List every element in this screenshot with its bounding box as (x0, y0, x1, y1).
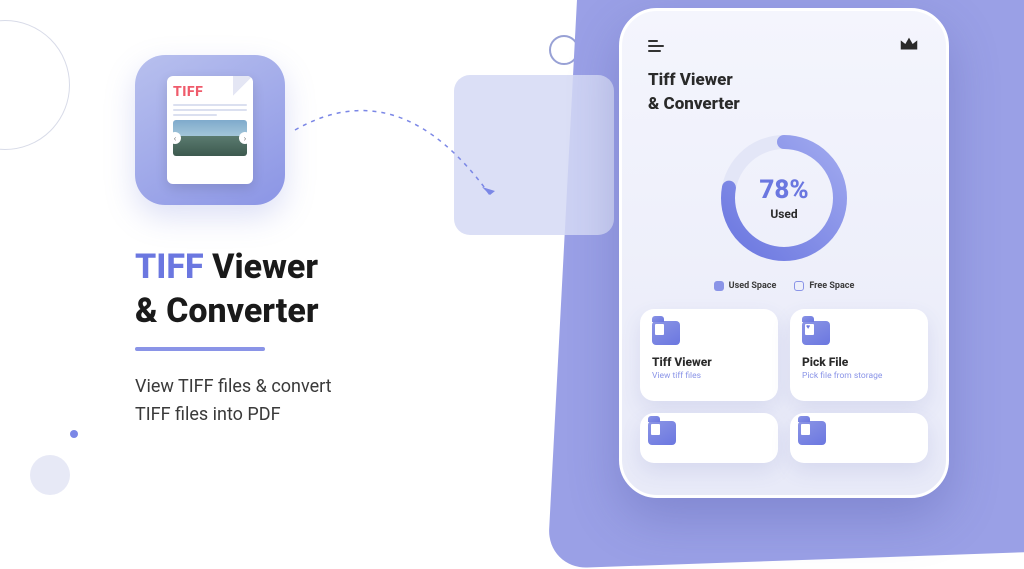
connector-arrow-icon (290, 95, 570, 215)
hero-subtitle: View TIFF files & convert TIFF files int… (135, 373, 332, 429)
legend-used: Used Space (714, 281, 777, 291)
gauge-label: Used (770, 207, 797, 221)
file-type-label: TIFF (173, 84, 247, 100)
phone-header (622, 33, 946, 59)
gauge-legend: Used Space Free Space (622, 281, 946, 291)
headline-rest1: Viewer (204, 247, 318, 287)
headline-underline (135, 347, 265, 351)
tiff-file-icon: TIFF ‹ › (167, 76, 253, 184)
storage-gauge: 78% Used (622, 131, 946, 265)
legend-free-label: Free Space (809, 281, 854, 291)
crown-icon[interactable] (898, 33, 920, 59)
gauge-percent: 78% (759, 175, 808, 205)
card-title: Tiff Viewer (652, 355, 766, 369)
folder-heart-icon (802, 321, 830, 345)
app-title-line2: & Converter (648, 94, 740, 114)
card-stub[interactable] (790, 413, 928, 463)
card-stub[interactable] (640, 413, 778, 463)
folder-icon (798, 421, 826, 445)
folder-doc-icon (652, 321, 680, 345)
action-cards: Tiff Viewer View tiff files Pick File Pi… (622, 291, 946, 463)
subtitle-line1: View TIFF files & convert (135, 376, 332, 397)
app-title-line1: Tiff Viewer (648, 70, 733, 90)
file-lines-icon (173, 104, 247, 116)
menu-icon[interactable] (648, 40, 666, 52)
file-thumbnail-icon: ‹ › (173, 120, 247, 156)
app-icon: TIFF ‹ › (135, 55, 285, 205)
headline-accent: TIFF (135, 247, 204, 287)
card-subtitle: Pick file from storage (802, 371, 916, 381)
phone-mockup: Tiff Viewer & Converter 78% Used Used Sp… (619, 8, 949, 498)
deco-circle-filled (30, 455, 70, 495)
subtitle-line2: TIFF files into PDF (135, 404, 281, 425)
phone-app-title: Tiff Viewer & Converter (622, 59, 946, 117)
deco-circle-outline (0, 20, 70, 150)
card-title: Pick File (802, 355, 916, 369)
hero-section: TIFF ‹ › TIFF Viewer & Converter View TI… (135, 55, 332, 429)
legend-free: Free Space (794, 281, 854, 291)
deco-dot (70, 430, 78, 438)
legend-used-label: Used Space (729, 281, 777, 291)
card-tiff-viewer[interactable]: Tiff Viewer View tiff files (640, 309, 778, 401)
legend-free-swatch-icon (794, 281, 804, 291)
next-arrow-icon: › (239, 132, 251, 144)
card-subtitle: View tiff files (652, 371, 766, 381)
card-pick-file[interactable]: Pick File Pick file from storage (790, 309, 928, 401)
headline-line2: & Converter (135, 291, 319, 331)
legend-used-swatch-icon (714, 281, 724, 291)
folder-icon (648, 421, 676, 445)
hero-headline: TIFF Viewer & Converter (135, 245, 332, 333)
prev-arrow-icon: ‹ (169, 132, 181, 144)
